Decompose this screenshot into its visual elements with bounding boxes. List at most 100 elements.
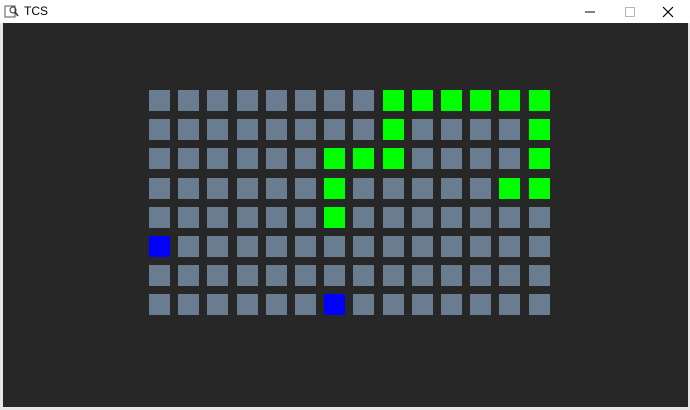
grid-cell xyxy=(237,265,258,286)
snake-segment xyxy=(383,90,404,111)
grid-cell xyxy=(237,294,258,315)
grid-cell xyxy=(295,119,316,140)
grid-cell xyxy=(412,265,433,286)
grid-cell xyxy=(324,265,345,286)
snake-segment xyxy=(529,178,550,199)
grid-cell xyxy=(353,294,374,315)
title-bar[interactable]: TCS xyxy=(0,0,690,23)
grid-cell xyxy=(470,178,491,199)
grid-cell xyxy=(149,178,170,199)
grid-cell xyxy=(237,119,258,140)
grid-cell xyxy=(470,207,491,228)
grid-cell xyxy=(295,178,316,199)
close-icon xyxy=(662,6,674,17)
grid-cell xyxy=(470,236,491,257)
grid-cell xyxy=(441,236,462,257)
grid-cell xyxy=(237,90,258,111)
grid-cell xyxy=(207,207,228,228)
snake-segment xyxy=(412,90,433,111)
grid-cell xyxy=(178,90,199,111)
grid-cell xyxy=(149,90,170,111)
grid-cell xyxy=(470,148,491,169)
grid-cell xyxy=(237,178,258,199)
grid-cell xyxy=(178,236,199,257)
grid-cell xyxy=(178,265,199,286)
grid-cell xyxy=(470,119,491,140)
game-canvas[interactable] xyxy=(3,23,688,407)
snake-segment xyxy=(324,178,345,199)
grid-cell xyxy=(178,148,199,169)
snake-segment xyxy=(353,148,374,169)
grid-cell xyxy=(441,265,462,286)
snake-segment xyxy=(529,90,550,111)
grid-cell xyxy=(529,294,550,315)
grid-cell xyxy=(499,148,520,169)
grid-cell xyxy=(499,236,520,257)
grid-cell xyxy=(529,236,550,257)
grid-cell xyxy=(441,178,462,199)
food-cell xyxy=(149,236,170,257)
grid-cell xyxy=(383,207,404,228)
grid-cell xyxy=(324,90,345,111)
grid-cell xyxy=(353,265,374,286)
grid-cell xyxy=(529,265,550,286)
app-icon xyxy=(4,5,19,18)
snake-segment xyxy=(529,148,550,169)
grid-cell xyxy=(266,207,287,228)
snake-segment xyxy=(499,90,520,111)
grid-cell xyxy=(441,207,462,228)
grid-cell xyxy=(324,119,345,140)
grid-cell xyxy=(266,90,287,111)
grid-cell xyxy=(178,207,199,228)
grid-cell xyxy=(383,265,404,286)
grid-cell xyxy=(237,236,258,257)
snake-segment xyxy=(499,178,520,199)
grid-cell xyxy=(295,294,316,315)
grid-cell xyxy=(295,90,316,111)
snake-segment xyxy=(529,119,550,140)
maximize-icon xyxy=(625,6,635,17)
grid-cell xyxy=(237,207,258,228)
window-title: TCS xyxy=(24,4,48,18)
game-board xyxy=(3,23,688,407)
snake-segment xyxy=(324,148,345,169)
snake-segment xyxy=(383,119,404,140)
snake-segment xyxy=(324,207,345,228)
grid-cell xyxy=(412,294,433,315)
close-button[interactable] xyxy=(648,0,688,23)
grid-cell xyxy=(353,119,374,140)
grid-cell xyxy=(149,119,170,140)
grid-cell xyxy=(412,119,433,140)
grid-cell xyxy=(353,178,374,199)
grid-cell xyxy=(149,294,170,315)
grid-cell xyxy=(383,294,404,315)
grid-cell xyxy=(499,265,520,286)
minimize-button[interactable] xyxy=(570,0,610,23)
grid-cell xyxy=(295,265,316,286)
snake-segment xyxy=(441,90,462,111)
grid-cell xyxy=(266,236,287,257)
grid-cell xyxy=(441,119,462,140)
grid-cell xyxy=(470,265,491,286)
grid-cell xyxy=(266,265,287,286)
grid-cell xyxy=(237,148,258,169)
grid-cell xyxy=(383,236,404,257)
snake-segment xyxy=(383,148,404,169)
grid-cell xyxy=(412,148,433,169)
grid-cell xyxy=(266,148,287,169)
grid-cell xyxy=(207,90,228,111)
grid-cell xyxy=(266,119,287,140)
grid-cell xyxy=(353,207,374,228)
grid-cell xyxy=(149,265,170,286)
grid-cell xyxy=(178,294,199,315)
grid-cell xyxy=(149,207,170,228)
maximize-button[interactable] xyxy=(610,0,650,23)
grid-cell xyxy=(207,294,228,315)
grid-cell xyxy=(383,178,404,199)
grid-cell xyxy=(499,119,520,140)
grid-cell xyxy=(324,236,345,257)
grid-cell xyxy=(295,207,316,228)
grid-cell xyxy=(207,119,228,140)
grid-cell xyxy=(412,207,433,228)
grid-cell xyxy=(499,294,520,315)
